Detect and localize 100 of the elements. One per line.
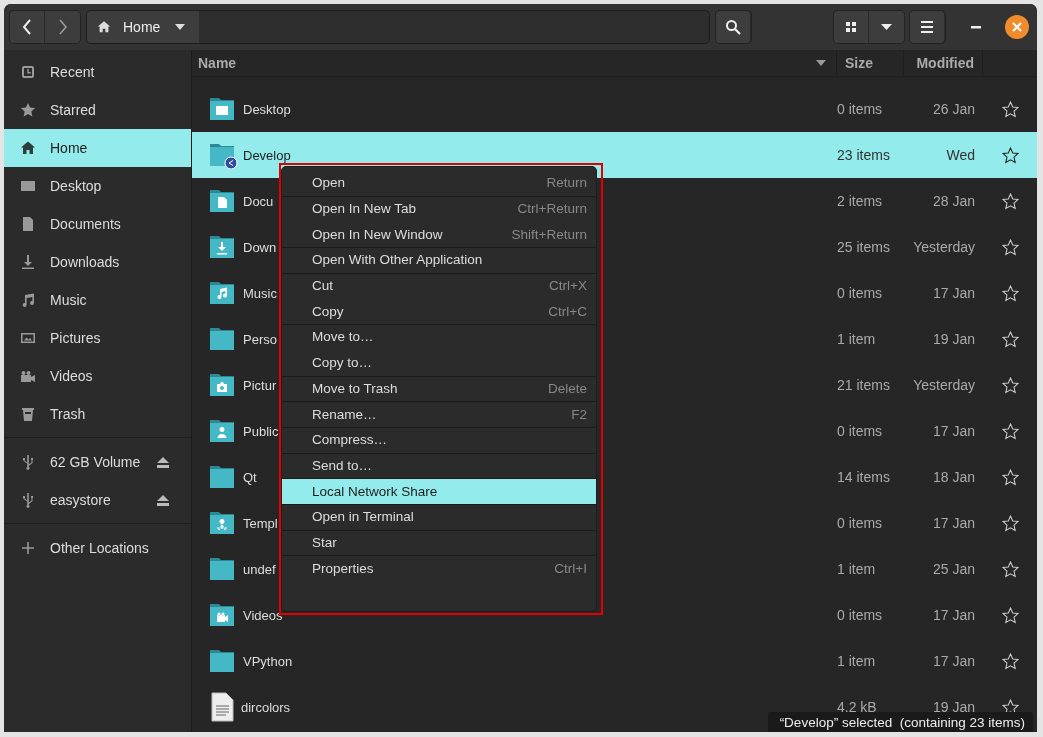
shortcut-hint: Ctrl+C xyxy=(548,303,587,319)
modified-date: 19 Jan xyxy=(931,699,976,715)
menu-item[interactable]: Properties Ctrl+I xyxy=(282,555,596,581)
file-name[interactable]: Develop xyxy=(243,147,291,163)
menu-item[interactable]: Open In New Tab Ctrl+Return xyxy=(282,195,596,222)
pictures-icon xyxy=(20,330,36,346)
file-name[interactable]: Videos xyxy=(243,607,283,623)
menu-item[interactable]: Star xyxy=(282,529,596,556)
sidebar-item[interactable]: Videos xyxy=(4,357,191,395)
column-header[interactable]: Size xyxy=(845,55,873,71)
sidebar-item[interactable]: easystore xyxy=(4,481,191,519)
modified-date: 28 Jan xyxy=(931,193,976,209)
grid-icon xyxy=(846,22,856,32)
grid-view-button[interactable] xyxy=(834,11,869,43)
item-count: 14 items xyxy=(836,469,891,485)
caret-icon xyxy=(175,24,185,30)
usb-icon xyxy=(20,492,36,508)
file-name[interactable]: Down xyxy=(243,239,277,255)
modified-date: 17 Jan xyxy=(931,607,976,623)
file-name[interactable]: Perso xyxy=(243,331,277,347)
file-name[interactable]: Pictur xyxy=(243,377,277,393)
sidebar-item[interactable]: Trash xyxy=(4,395,191,433)
item-count: 1 item xyxy=(836,653,877,669)
sidebar-item[interactable]: 62 GB Volume xyxy=(4,443,191,481)
sidebar-item[interactable]: Other Locations xyxy=(4,529,191,567)
item-count: 0 items xyxy=(836,423,884,439)
status-overlay: “Develop” selected (containing 23 items) xyxy=(767,712,1033,732)
menu-item[interactable]: Open in Terminal xyxy=(282,503,596,530)
menu-icon xyxy=(921,21,933,33)
item-count: 25 items xyxy=(836,239,891,255)
item-count: 0 items xyxy=(836,285,884,301)
documents-icon xyxy=(20,216,36,232)
menu-item[interactable]: Copy Ctrl+C xyxy=(282,298,596,325)
search-button[interactable] xyxy=(716,11,751,43)
modified-date: 17 Jan xyxy=(931,285,976,301)
recent-icon xyxy=(20,64,36,80)
item-count: 0 items xyxy=(836,607,884,623)
shortcut-hint: Shift+Return xyxy=(511,226,587,242)
item-count: 2 items xyxy=(836,193,884,209)
desktop-icon xyxy=(20,178,36,194)
modified-date: Wed xyxy=(945,147,976,163)
modified-date: 17 Jan xyxy=(931,423,976,439)
sidebar-item[interactable]: Downloads xyxy=(4,243,191,281)
column-header[interactable]: Name xyxy=(198,55,237,71)
file-name[interactable]: Music xyxy=(243,285,277,301)
menu-item[interactable]: Move to Trash Delete xyxy=(282,375,596,402)
menu-item[interactable]: Open With Other Application xyxy=(282,247,596,273)
close-icon xyxy=(1012,22,1022,32)
menu-item[interactable]: Copy to… xyxy=(282,349,596,376)
item-count: 1 item xyxy=(836,331,877,347)
sidebar-item[interactable]: Recent xyxy=(4,53,191,91)
file-name[interactable]: Qt xyxy=(243,469,257,485)
item-count: 0 items xyxy=(836,515,884,531)
column-header[interactable]: Modified xyxy=(916,55,974,71)
file-name[interactable]: Templ xyxy=(243,515,278,531)
back-button[interactable] xyxy=(10,11,45,43)
menu-item[interactable]: Local Network Share xyxy=(282,478,596,504)
close-button[interactable] xyxy=(1005,15,1029,39)
sidebar-item[interactable]: Documents xyxy=(4,205,191,243)
menu-button[interactable] xyxy=(910,11,945,43)
search-icon xyxy=(725,19,741,35)
modified-date: 17 Jan xyxy=(931,653,976,669)
eject-icon xyxy=(157,456,169,468)
file-name[interactable]: Desktop xyxy=(243,101,291,117)
caret-icon xyxy=(881,24,892,30)
shortcut-hint: F2 xyxy=(571,406,587,422)
menu-item[interactable]: Cut Ctrl+X xyxy=(282,272,596,299)
shared-folder-icon xyxy=(208,141,238,169)
menu-item[interactable]: Send to… xyxy=(282,452,596,479)
shortcut-hint: Ctrl+X xyxy=(549,278,587,294)
modified-date: Yesterday xyxy=(912,377,976,393)
sidebar-item[interactable]: Pictures xyxy=(4,319,191,357)
menu-item[interactable]: Open Return xyxy=(282,170,596,196)
sidebar-item[interactable]: Home xyxy=(4,129,191,167)
videos-icon xyxy=(20,368,36,384)
modified-date: 26 Jan xyxy=(931,101,976,117)
shortcut-hint: Return xyxy=(546,175,587,191)
menu-item[interactable]: Open In New Window Shift+Return xyxy=(282,221,596,248)
sidebar-item[interactable]: Music xyxy=(4,281,191,319)
modified-date: 25 Jan xyxy=(931,561,976,577)
file-name[interactable]: dircolors xyxy=(241,699,291,715)
file-name[interactable]: Public xyxy=(243,423,279,439)
menu-item[interactable]: Move to… xyxy=(282,324,596,350)
view-options-button[interactable] xyxy=(869,11,904,43)
menu-item[interactable]: Rename… F2 xyxy=(282,401,596,427)
star-icon[interactable] xyxy=(1001,146,1019,164)
modified-date: Yesterday xyxy=(912,239,976,255)
sidebar-item[interactable]: Desktop xyxy=(4,167,191,205)
file-name[interactable]: undef xyxy=(243,561,276,577)
file-name[interactable]: VPython xyxy=(243,653,293,669)
usb-icon xyxy=(20,454,36,470)
menu-item[interactable]: Compress… xyxy=(282,426,596,453)
other-icon xyxy=(20,540,36,556)
path-button[interactable]: Home xyxy=(87,11,199,43)
item-count: 4.2 kB xyxy=(836,699,878,715)
file-name[interactable]: Docu xyxy=(243,193,274,209)
trash-icon xyxy=(20,406,36,422)
sidebar-item[interactable]: Starred xyxy=(4,91,191,129)
starred-icon xyxy=(20,102,36,118)
home-icon xyxy=(20,140,36,156)
